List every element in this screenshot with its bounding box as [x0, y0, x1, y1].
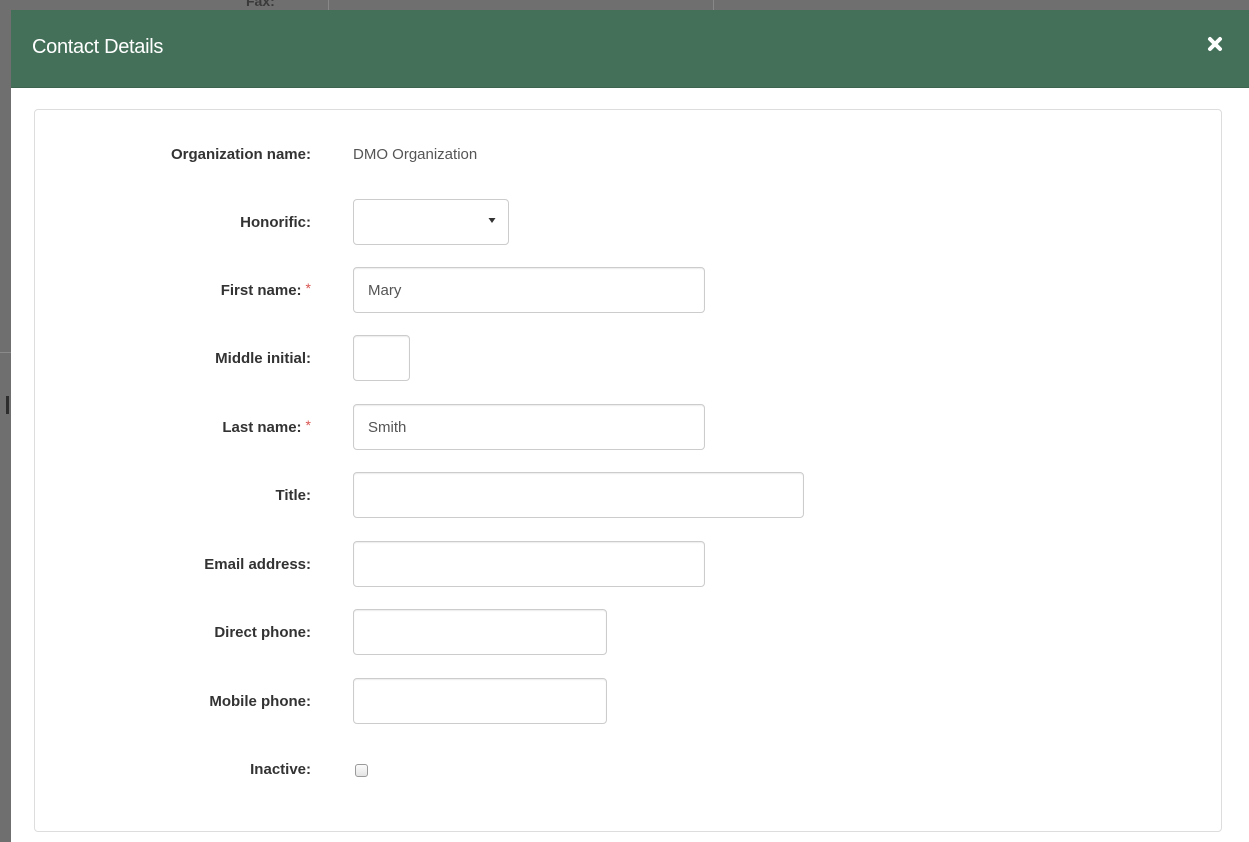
modal-header: Contact Details — [11, 10, 1249, 88]
last-name-label-text: Last name: — [222, 419, 302, 436]
first-name-label-text: First name: — [220, 282, 302, 299]
background-divider — [0, 352, 11, 353]
background-divider — [713, 0, 714, 10]
mobile-phone-input[interactable] — [353, 678, 607, 724]
email-address-label: Email address: — [204, 556, 311, 573]
chevron-down-icon — [488, 218, 496, 223]
modal-title: Contact Details — [32, 36, 164, 58]
contact-form-panel: Organization name: DMO Organization Hono… — [34, 109, 1222, 832]
required-marker: * — [305, 417, 311, 433]
background-divider — [328, 0, 329, 10]
required-marker: * — [305, 280, 311, 296]
middle-initial-input[interactable] — [353, 335, 410, 381]
direct-phone-label: Direct phone: — [214, 624, 311, 641]
mobile-phone-label: Mobile phone: — [209, 693, 311, 710]
honorific-label: Honorific: — [240, 214, 311, 231]
background-fax-label: Fax: — [246, 0, 275, 9]
background-mark — [6, 396, 9, 414]
direct-phone-input[interactable] — [353, 609, 607, 655]
contact-details-modal: Contact Details Organization name: DMO O… — [11, 10, 1249, 842]
last-name-input[interactable] — [353, 404, 705, 450]
title-label: Title: — [275, 487, 311, 504]
organization-name-value: DMO Organization — [353, 146, 478, 163]
organization-name-label: Organization name: — [170, 146, 311, 163]
first-name-input[interactable] — [353, 267, 705, 313]
inactive-checkbox[interactable] — [355, 764, 368, 777]
email-address-input[interactable] — [353, 541, 705, 587]
inactive-label: Inactive: — [250, 761, 311, 778]
close-x-icon — [1208, 37, 1222, 51]
last-name-label: Last name: * — [222, 417, 311, 436]
close-button[interactable] — [1205, 34, 1225, 54]
honorific-select[interactable] — [353, 199, 509, 245]
first-name-label: First name: * — [220, 280, 311, 299]
title-input[interactable] — [353, 472, 804, 518]
middle-initial-label: Middle initial: — [215, 350, 311, 367]
